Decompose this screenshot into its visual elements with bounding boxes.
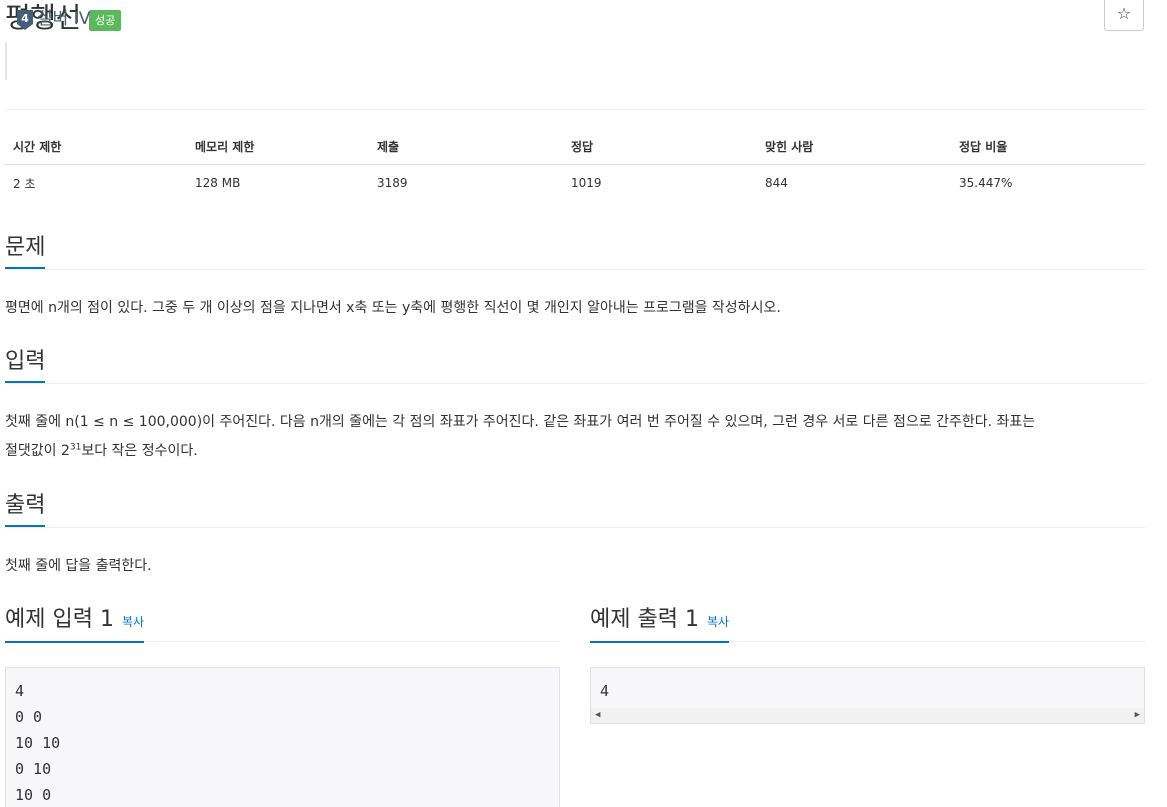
sample-output-title-text: 예제 출력 1 <box>590 607 699 632</box>
horizontal-scrollbar[interactable]: ◀ ▶ <box>591 708 1144 723</box>
header-accept-ratio: 정답 비율 <box>951 128 1145 165</box>
accept-ratio-value: 35.447% <box>959 176 1013 190</box>
header-accepted: 정답 <box>563 128 757 165</box>
table-header-row: 시간 제한 메모리 제한 제출 정답 맞힌 사람 정답 비율 <box>5 128 1145 165</box>
submissions-value[interactable]: 3189 <box>369 165 563 202</box>
output-description: 첫째 줄에 답을 출력한다. <box>5 558 152 574</box>
input-text-line2-end: 보다 작은 정수이다. <box>81 443 198 459</box>
problem-page: 평행선 성공 ☆ 4 실버 IV 시간 제한 메모리 제한 제출 정답 맞힌 사… <box>0 0 1167 807</box>
input-description: 첫째 줄에 n(1 ≤ n ≤ 100,000)이 주어진다. 다음 n개의 줄… <box>5 408 1145 466</box>
sample-input-title-text: 예제 입력 1 <box>5 607 114 632</box>
divider <box>5 109 1145 110</box>
sample-output-header: 예제 출력 1 복사 <box>590 605 1145 643</box>
sample-output-title: 예제 출력 1 복사 <box>590 605 730 643</box>
input-text-line1: 첫째 줄에 n(1 ≤ n ≤ 100,000)이 주어진다. 다음 n개의 줄… <box>5 414 1036 430</box>
header-time-limit: 시간 제한 <box>5 128 187 165</box>
tier-label[interactable]: 실버 IV <box>37 8 90 30</box>
input-text-line2: 절댓값이 2 <box>5 443 70 459</box>
section-problem-title: 문제 <box>5 233 46 269</box>
header-memory-limit: 메모리 제한 <box>187 128 369 165</box>
problem-info-table: 시간 제한 메모리 제한 제출 정답 맞힌 사람 정답 비율 2 초 128 M… <box>5 128 1145 201</box>
sample-output-box[interactable]: 4 ◀ ▶ <box>590 667 1145 724</box>
tier-number: 4 <box>21 12 29 25</box>
sample-input-title: 예제 입력 1 복사 <box>5 605 145 643</box>
input-exponent: 31 <box>69 442 82 453</box>
memory-limit-value: 128 MB <box>195 176 241 190</box>
problem-description: 평면에 n개의 점이 있다. 그중 두 개 이상의 점을 지나면서 x축 또는 … <box>5 300 781 316</box>
section-output-title: 출력 <box>5 491 46 527</box>
section-problem-header: 문제 <box>5 233 1145 270</box>
section-output-header: 출력 <box>5 491 1145 528</box>
solved-users-value[interactable]: 844 <box>757 165 951 202</box>
silver-tier-icon: 4 <box>17 10 33 30</box>
sample-input-box[interactable]: 4 0 0 10 10 0 10 10 0 <box>5 667 560 807</box>
accepted-value[interactable]: 1019 <box>563 165 757 202</box>
copy-sample-input-button[interactable]: 복사 <box>122 615 144 629</box>
section-input-header: 입력 <box>5 347 1145 384</box>
header-solved-users: 맞힌 사람 <box>757 128 951 165</box>
star-icon: ☆ <box>1116 4 1132 23</box>
sample-input-header: 예제 입력 1 복사 <box>5 605 559 643</box>
sample-input-content: 4 0 0 10 10 0 10 10 0 <box>15 682 61 804</box>
tier-block <box>5 42 125 80</box>
section-input-title: 입력 <box>5 347 46 383</box>
star-button[interactable]: ☆ <box>1104 0 1144 31</box>
copy-sample-output-button[interactable]: 복사 <box>707 615 729 629</box>
time-limit-value: 2 초 <box>13 176 36 191</box>
status-badge: 성공 <box>89 10 122 31</box>
scroll-left-icon[interactable]: ◀ <box>595 711 600 720</box>
scroll-right-icon[interactable]: ▶ <box>1135 711 1140 720</box>
header-submissions: 제출 <box>369 128 563 165</box>
table-row: 2 초 128 MB 3189 1019 844 35.447% <box>5 165 1145 202</box>
